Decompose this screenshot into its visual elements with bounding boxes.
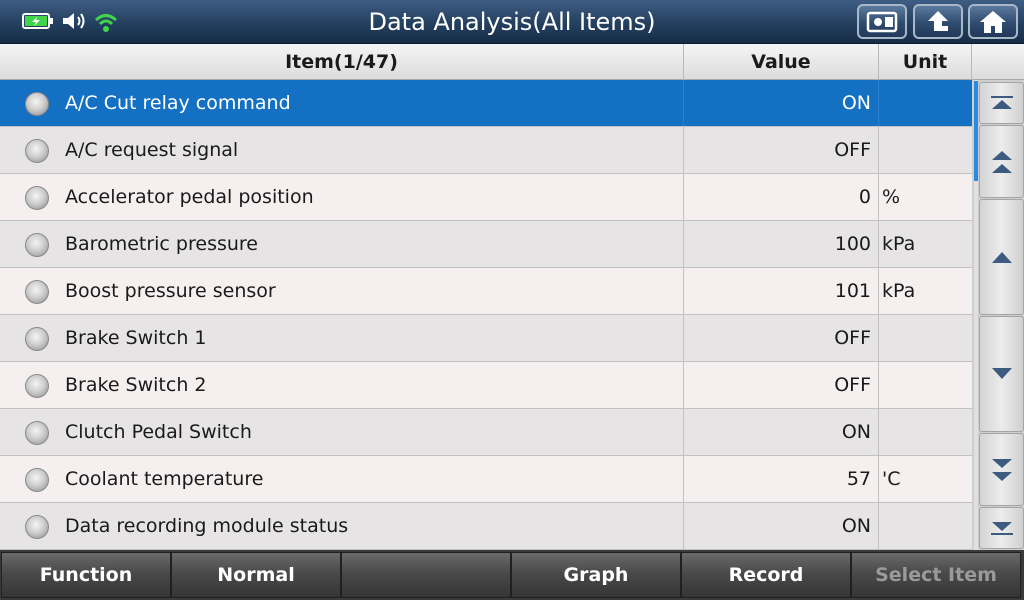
table-row[interactable]: A/C request signal OFF bbox=[0, 127, 972, 174]
radio-indicator[interactable] bbox=[25, 139, 49, 163]
value-cell: OFF bbox=[684, 315, 879, 361]
scroll-top-button[interactable] bbox=[979, 82, 1024, 124]
value-cell: 100 bbox=[684, 221, 879, 267]
back-button[interactable] bbox=[913, 4, 963, 39]
table-row[interactable]: Boost pressure sensor 101 kPa bbox=[0, 268, 972, 315]
value-cell: OFF bbox=[684, 127, 879, 173]
item-label: Boost pressure sensor bbox=[65, 280, 276, 302]
radio-indicator[interactable] bbox=[25, 374, 49, 398]
graph-button[interactable]: Graph bbox=[511, 552, 681, 598]
home-button[interactable] bbox=[968, 4, 1018, 39]
scroll-bottom-button[interactable] bbox=[979, 507, 1024, 549]
title-bar: Data Analysis(All Items) bbox=[0, 0, 1024, 44]
item-label: A/C request signal bbox=[65, 139, 239, 161]
page-up-button[interactable] bbox=[979, 125, 1024, 198]
empty-button[interactable] bbox=[341, 552, 511, 598]
speaker-icon bbox=[63, 13, 85, 29]
page-up-icon bbox=[991, 150, 1012, 173]
item-label: A/C Cut relay command bbox=[65, 92, 291, 114]
page-title: Data Analysis(All Items) bbox=[368, 8, 656, 36]
value-cell: ON bbox=[684, 409, 879, 455]
radio-indicator[interactable] bbox=[25, 515, 49, 539]
item-cell: Brake Switch 1 bbox=[0, 315, 684, 361]
scroll-header bbox=[972, 44, 1024, 80]
table-row[interactable]: Clutch Pedal Switch ON bbox=[0, 409, 972, 456]
scroll-down-button[interactable] bbox=[979, 316, 1024, 432]
wifi-icon bbox=[94, 14, 118, 32]
radio-indicator[interactable] bbox=[25, 468, 49, 492]
item-cell: Boost pressure sensor bbox=[0, 268, 684, 314]
item-label: Brake Switch 1 bbox=[65, 327, 207, 349]
table-row[interactable]: Accelerator pedal position 0 % bbox=[0, 174, 972, 221]
unit-cell: 'C bbox=[882, 468, 901, 490]
column-header-value: Value bbox=[684, 44, 879, 80]
table-row[interactable]: A/C Cut relay command ON bbox=[0, 80, 972, 127]
value-cell: 57 bbox=[684, 456, 879, 502]
battery-charging-icon bbox=[22, 13, 53, 29]
item-cell: Data recording module status bbox=[0, 503, 684, 549]
scroll-up-icon bbox=[991, 252, 1012, 263]
item-label: Barometric pressure bbox=[65, 233, 258, 255]
home-icon bbox=[980, 10, 1006, 33]
page-down-button[interactable] bbox=[979, 433, 1024, 506]
table-row[interactable]: Data recording module status ON bbox=[0, 503, 972, 550]
record-button[interactable]: Record bbox=[681, 552, 851, 598]
scroll-up-button[interactable] bbox=[979, 199, 1024, 315]
item-label: Clutch Pedal Switch bbox=[65, 421, 252, 443]
unit-cell bbox=[879, 315, 972, 361]
normal-button[interactable]: Normal bbox=[171, 552, 341, 598]
page-down-icon bbox=[991, 458, 1012, 481]
radio-indicator[interactable] bbox=[25, 280, 49, 304]
item-cell: A/C request signal bbox=[0, 127, 684, 173]
scrollbar-thumb[interactable] bbox=[974, 81, 978, 181]
unit-cell bbox=[879, 503, 972, 549]
value-cell: OFF bbox=[684, 362, 879, 408]
scroll-panel bbox=[972, 44, 1024, 550]
radio-indicator[interactable] bbox=[25, 92, 49, 116]
unit-cell bbox=[879, 362, 972, 408]
item-cell: Brake Switch 2 bbox=[0, 362, 684, 408]
status-icons bbox=[22, 9, 120, 33]
column-header-item: Item(1/47) bbox=[0, 44, 684, 80]
item-cell: Barometric pressure bbox=[0, 221, 684, 267]
column-header-unit: Unit bbox=[879, 44, 972, 80]
item-cell: Coolant temperature bbox=[0, 456, 684, 502]
item-cell: Accelerator pedal position bbox=[0, 174, 684, 220]
screenshot-button[interactable] bbox=[857, 4, 907, 39]
item-label: Brake Switch 2 bbox=[65, 374, 207, 396]
unit-cell bbox=[879, 80, 972, 126]
item-label: Data recording module status bbox=[65, 515, 349, 537]
table-row[interactable]: Coolant temperature 57 'C bbox=[0, 456, 972, 503]
value-cell: 0 bbox=[684, 174, 879, 220]
unit-cell bbox=[879, 127, 972, 173]
item-label: Accelerator pedal position bbox=[65, 186, 314, 208]
value-cell: ON bbox=[684, 80, 879, 126]
table-row[interactable]: Brake Switch 2 OFF bbox=[0, 362, 972, 409]
scroll-top-icon bbox=[990, 96, 1013, 109]
value-cell: 101 bbox=[684, 268, 879, 314]
unit-cell: kPa bbox=[882, 233, 916, 255]
scroll-bottom-icon bbox=[990, 522, 1013, 535]
screenshot-icon bbox=[866, 11, 898, 32]
bottom-toolbar: Function Normal Graph Record Select Item bbox=[0, 550, 1024, 600]
unit-cell: % bbox=[882, 186, 901, 208]
unit-cell: kPa bbox=[882, 280, 916, 302]
radio-indicator[interactable] bbox=[25, 186, 49, 210]
item-cell: Clutch Pedal Switch bbox=[0, 409, 684, 455]
table-body: A/C Cut relay command ON A/C request sig… bbox=[0, 80, 972, 550]
back-arrow-icon bbox=[928, 10, 948, 31]
select-item-button[interactable]: Select Item bbox=[851, 552, 1021, 598]
radio-indicator[interactable] bbox=[25, 327, 49, 351]
data-table: Item(1/47) Value Unit A/C Cut relay comm… bbox=[0, 44, 972, 550]
radio-indicator[interactable] bbox=[25, 421, 49, 445]
item-cell: A/C Cut relay command bbox=[0, 80, 684, 126]
scroll-down-icon bbox=[991, 368, 1012, 379]
table-row[interactable]: Barometric pressure 100 kPa bbox=[0, 221, 972, 268]
unit-cell bbox=[879, 409, 972, 455]
table-row[interactable]: Brake Switch 1 OFF bbox=[0, 315, 972, 362]
radio-indicator[interactable] bbox=[25, 233, 49, 257]
function-button[interactable]: Function bbox=[1, 552, 171, 598]
value-cell: ON bbox=[684, 503, 879, 549]
item-label: Coolant temperature bbox=[65, 468, 264, 490]
